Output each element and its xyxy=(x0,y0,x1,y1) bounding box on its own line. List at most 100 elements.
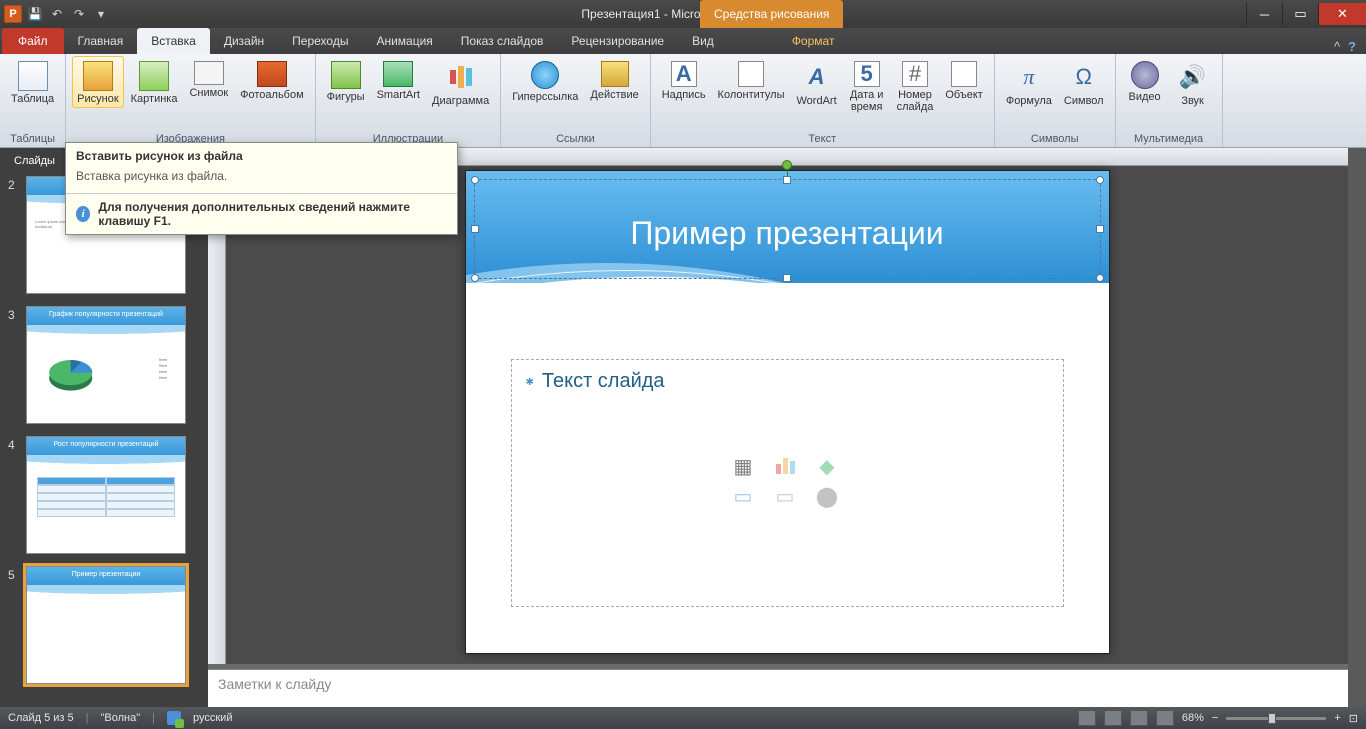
zoom-in-button[interactable]: + xyxy=(1334,712,1340,724)
tab-home[interactable]: Главная xyxy=(64,28,138,54)
content-insert-icons: ▦ ◆ ▭ ▭ ⬤ xyxy=(729,454,845,508)
zoom-out-button[interactable]: − xyxy=(1212,712,1218,724)
view-reading-button[interactable] xyxy=(1130,710,1148,726)
zoom-level[interactable]: 68% xyxy=(1182,712,1204,724)
group-symbols: πФормула ΩСимвол Символы xyxy=(995,54,1116,147)
photoalbum-button[interactable]: Фотоальбом xyxy=(235,56,309,104)
group-illustrations: Фигуры SmartArt Диаграмма Иллюстрации xyxy=(316,54,502,147)
tooltip-footer: i Для получения дополнительных сведений … xyxy=(66,193,457,234)
zoom-slider[interactable] xyxy=(1226,717,1326,720)
insert-table-icon[interactable]: ▦ xyxy=(729,454,757,478)
group-media: Видео 🔊Звук Мультимедиа xyxy=(1116,54,1223,147)
quick-access-toolbar: P 💾 ↶ ↷ ▾ xyxy=(0,5,110,23)
wordart-button[interactable]: AWordArt xyxy=(792,56,842,110)
smartart-button[interactable]: SmartArt xyxy=(372,56,425,104)
headerfooter-button[interactable]: Колонтитулы xyxy=(713,56,790,104)
picture-button[interactable]: Рисунок xyxy=(72,56,124,108)
document-title: Презентация1 - Microsoft PowerPoint xyxy=(0,7,1366,21)
insert-media-icon[interactable]: ⬤ xyxy=(813,484,841,508)
equation-button[interactable]: πФормула xyxy=(1001,56,1057,110)
tab-format[interactable]: Формат xyxy=(778,28,849,54)
slide-canvas[interactable]: Пример презентации ✱ Текст слайда ▦ ◆ ▭ ▭… xyxy=(465,170,1110,654)
group-label: Ссылки xyxy=(507,132,644,147)
qat-customize-icon[interactable]: ▾ xyxy=(92,5,110,23)
textbox-button[interactable]: AНадпись xyxy=(657,56,711,104)
panel-tab-slides[interactable]: Слайды xyxy=(4,152,65,170)
slide-title-box[interactable]: Пример презентации xyxy=(478,189,1097,277)
status-bar: Слайд 5 из 5 | "Волна" | русский 68% − +… xyxy=(0,707,1366,729)
contextual-tab-title: Средства рисования xyxy=(700,0,843,28)
help-icon[interactable]: ? xyxy=(1348,39,1356,54)
symbol-button[interactable]: ΩСимвол xyxy=(1059,56,1109,110)
table-icon xyxy=(37,477,175,517)
view-normal-button[interactable] xyxy=(1078,710,1096,726)
redo-icon[interactable]: ↷ xyxy=(70,5,88,23)
ribbon: Таблица Таблицы Рисунок Картинка Снимок … xyxy=(0,54,1366,148)
slidenumber-button[interactable]: #Номер слайда xyxy=(892,56,939,116)
save-icon[interactable]: 💾 xyxy=(26,5,44,23)
ruler-vertical xyxy=(208,166,226,664)
powerpoint-icon: P xyxy=(4,5,22,23)
group-label: Символы xyxy=(1001,132,1109,147)
group-text: AНадпись Колонтитулы AWordArt 5Дата и вр… xyxy=(651,54,995,147)
tab-design[interactable]: Дизайн xyxy=(210,28,278,54)
content-placeholder-text[interactable]: Текст слайда xyxy=(542,370,665,392)
tab-file[interactable]: Файл xyxy=(2,28,64,54)
view-slideshow-button[interactable] xyxy=(1156,710,1174,726)
insert-clipart-icon[interactable]: ▭ xyxy=(771,484,799,508)
tab-slideshow[interactable]: Показ слайдов xyxy=(447,28,558,54)
shapes-button[interactable]: Фигуры xyxy=(322,56,370,106)
slide-content-placeholder[interactable]: ✱ Текст слайда ▦ ◆ ▭ ▭ ⬤ xyxy=(511,359,1064,607)
bullet-icon: ✱ xyxy=(526,377,534,388)
thumb-4[interactable]: 4 Рост популярности презентаций xyxy=(8,436,200,554)
group-tables: Таблица Таблицы xyxy=(0,54,66,147)
clipart-button[interactable]: Картинка xyxy=(126,56,183,108)
thumb-3[interactable]: 3 График популярности презентаций ItemIt… xyxy=(8,306,200,424)
notes-pane[interactable]: Заметки к слайду xyxy=(208,669,1348,707)
audio-button[interactable]: 🔊Звук xyxy=(1170,56,1216,110)
video-button[interactable]: Видео xyxy=(1122,56,1168,106)
hyperlink-button[interactable]: Гиперссылка xyxy=(507,56,583,106)
maximize-button[interactable]: ▭ xyxy=(1282,3,1318,25)
window-controls: ─ ▭ ✕ xyxy=(1246,3,1366,25)
action-button[interactable]: Действие xyxy=(585,56,643,104)
group-links: Гиперссылка Действие Ссылки xyxy=(501,54,651,147)
ribbon-tabs: Файл Главная Вставка Дизайн Переходы Ани… xyxy=(0,28,1366,54)
slide-title[interactable]: Пример презентации xyxy=(630,215,943,252)
pie-chart-icon xyxy=(45,351,100,396)
fit-to-window-button[interactable]: ⊡ xyxy=(1349,712,1358,725)
table-button[interactable]: Таблица xyxy=(6,56,59,108)
language-icon[interactable] xyxy=(167,711,181,725)
tab-insert[interactable]: Вставка xyxy=(137,28,210,54)
tooltip: Вставить рисунок из файла Вставка рисунк… xyxy=(65,142,458,235)
tooltip-title: Вставить рисунок из файла xyxy=(66,143,457,167)
ribbon-minimize-icon[interactable]: ^ xyxy=(1334,39,1340,54)
group-label: Мультимедиа xyxy=(1122,132,1216,147)
tab-transitions[interactable]: Переходы xyxy=(278,28,362,54)
tab-view[interactable]: Вид xyxy=(678,28,728,54)
view-sorter-button[interactable] xyxy=(1104,710,1122,726)
group-images: Рисунок Картинка Снимок Фотоальбом Изобр… xyxy=(66,54,316,147)
insert-smartart-icon[interactable]: ◆ xyxy=(813,454,841,478)
thumbnails: 2 Для чего нужны презентации Lorem ipsum… xyxy=(0,170,208,707)
screenshot-button[interactable]: Снимок xyxy=(184,56,233,102)
datetime-button[interactable]: 5Дата и время xyxy=(844,56,890,116)
status-slide-count: Слайд 5 из 5 xyxy=(8,712,74,724)
chart-button[interactable]: Диаграмма xyxy=(427,56,494,110)
tab-animation[interactable]: Анимация xyxy=(362,28,446,54)
status-theme: "Волна" xyxy=(101,712,141,724)
status-language[interactable]: русский xyxy=(193,712,232,724)
object-button[interactable]: Объект xyxy=(940,56,987,104)
info-icon: i xyxy=(76,206,90,222)
tooltip-body: Вставка рисунка из файла. xyxy=(66,167,457,193)
title-bar: P 💾 ↶ ↷ ▾ Презентация1 - Microsoft Power… xyxy=(0,0,1366,28)
tab-review[interactable]: Рецензирование xyxy=(557,28,678,54)
minimize-button[interactable]: ─ xyxy=(1246,3,1282,25)
rotate-handle-icon[interactable] xyxy=(782,160,792,170)
insert-chart-icon[interactable] xyxy=(771,454,799,478)
vertical-scrollbar[interactable] xyxy=(1348,148,1366,707)
close-button[interactable]: ✕ xyxy=(1318,3,1366,25)
thumb-5[interactable]: 5 Пример презентации xyxy=(8,566,200,684)
insert-picture-icon[interactable]: ▭ xyxy=(729,484,757,508)
undo-icon[interactable]: ↶ xyxy=(48,5,66,23)
